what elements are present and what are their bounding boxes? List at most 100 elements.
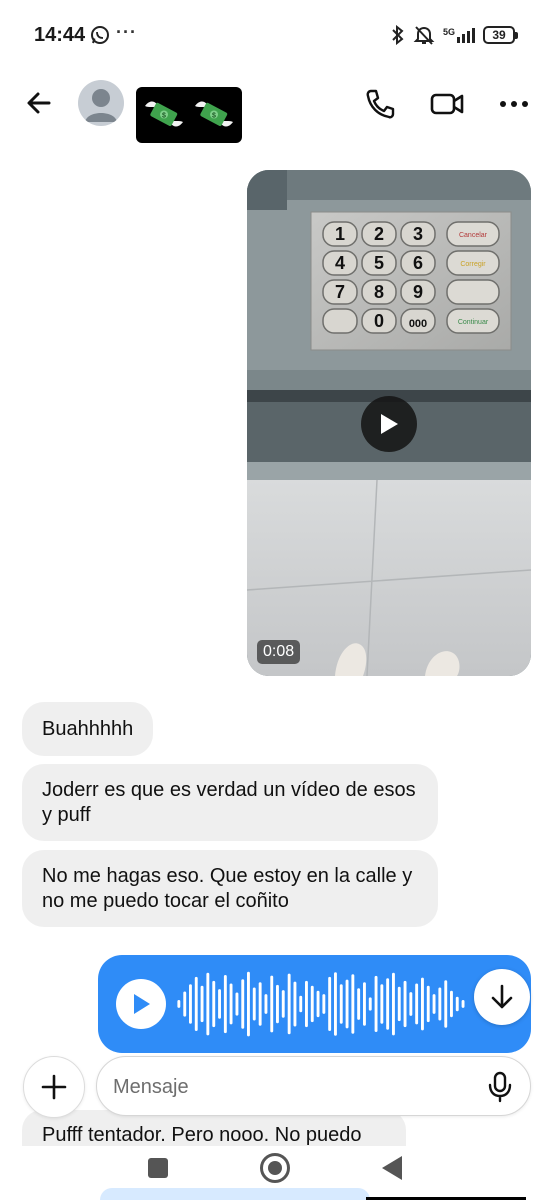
svg-text:$: $ xyxy=(162,113,166,120)
message-input[interactable] xyxy=(113,1073,473,1101)
atm-function-key-label: Cancelar xyxy=(459,232,488,239)
microphone-icon[interactable] xyxy=(486,1071,514,1103)
waveform-bar xyxy=(386,978,390,1030)
video-duration: 0:08 xyxy=(257,640,301,664)
waveform-bar xyxy=(235,992,239,1016)
voice-play-button[interactable] xyxy=(116,979,166,1029)
waveform-bar xyxy=(392,972,395,1036)
waveform-bar xyxy=(421,977,424,1031)
svg-text:$: $ xyxy=(212,113,216,120)
phone-icon[interactable] xyxy=(362,86,398,122)
default-avatar-icon xyxy=(85,89,117,122)
waveform-bar xyxy=(339,984,343,1024)
waveform-bar xyxy=(328,976,332,1031)
waveform-bar xyxy=(258,982,262,1026)
message-bubble[interactable]: Buahhhhh xyxy=(22,702,154,756)
waveform-bar xyxy=(305,980,308,1028)
waveform-bar xyxy=(270,975,274,1033)
atm-key-label: 1 xyxy=(335,224,345,244)
video-message[interactable]: 1 2 3 4 5 6 7 8 9 0 000 Cancelar Corregir Continuar 0… xyxy=(247,170,531,676)
waveform-bar xyxy=(200,985,204,1023)
waveform-bar xyxy=(247,971,250,1037)
atm-key-label: 5 xyxy=(374,253,384,273)
waveform-bar xyxy=(206,972,210,1036)
more-icon[interactable] xyxy=(496,86,532,122)
waveform-bar xyxy=(363,982,366,1026)
atm-key-label: 4 xyxy=(335,253,345,273)
waveform-bar xyxy=(403,980,407,1028)
play-icon xyxy=(381,414,398,434)
signal-icon: 5G xyxy=(443,27,475,43)
waveform-bar xyxy=(444,980,448,1028)
chat-header: $ $ xyxy=(0,72,554,152)
download-button[interactable] xyxy=(474,969,530,1025)
atm-key-label: 9 xyxy=(413,282,423,302)
arrow-down-icon xyxy=(491,984,513,1009)
video-play-button[interactable] xyxy=(361,396,417,452)
plus-icon xyxy=(41,1074,67,1100)
atm-keypad: 1 2 34 5 67 8 90 000CancelarCorregirContinuar xyxy=(322,221,500,334)
battery-icon: 39 xyxy=(483,26,518,44)
waveform-bar xyxy=(426,985,430,1023)
money-with-wings-emoji: $ xyxy=(145,101,183,127)
waveform-bar xyxy=(276,984,279,1024)
status-more-icon: ··· xyxy=(116,22,137,42)
message-bubble[interactable]: No me hagas eso. Que estoy en la calle y… xyxy=(22,850,438,927)
waveform-bar xyxy=(345,979,349,1029)
next-bubble-edge xyxy=(100,1188,370,1200)
waveform-bar xyxy=(409,992,413,1016)
waveform-bar xyxy=(461,1000,465,1008)
voice-waveform xyxy=(177,971,465,1037)
waveform-bar xyxy=(264,994,268,1014)
waveform-bar xyxy=(252,987,256,1021)
message-input-container[interactable] xyxy=(96,1056,531,1116)
contact-name[interactable]: $ $ xyxy=(136,87,242,143)
status-indicators: 5G 39 xyxy=(391,24,518,46)
atm-key-label: 7 xyxy=(335,282,345,302)
waveform-bar xyxy=(281,990,285,1018)
avatar[interactable] xyxy=(78,80,124,126)
message-bubble[interactable]: Joderr es que es verdad un vídeo de esos… xyxy=(22,764,438,841)
atm-function-key xyxy=(446,279,500,305)
waveform-bar xyxy=(310,985,314,1023)
atm-key-label: 2 xyxy=(374,224,384,244)
waveform-bar xyxy=(351,974,355,1034)
recent-apps-button[interactable] xyxy=(148,1158,168,1178)
waveform-bar xyxy=(322,994,326,1014)
system-back-button[interactable] xyxy=(382,1156,402,1180)
back-arrow-icon xyxy=(27,92,51,114)
atm-key-label: 000 xyxy=(409,318,427,330)
voice-message[interactable] xyxy=(98,955,531,1053)
atm-key xyxy=(322,308,358,334)
add-attachment-button[interactable] xyxy=(23,1056,85,1118)
mute-icon xyxy=(413,26,435,45)
waveform-bar xyxy=(438,987,442,1021)
waveform-bar xyxy=(241,979,245,1029)
waveform-bar xyxy=(223,975,227,1034)
home-button[interactable] xyxy=(260,1153,290,1183)
atm-function-key-label: Continuar xyxy=(458,319,489,326)
status-bar: 14:44 ··· 5G 39 xyxy=(0,0,554,72)
bluetooth-icon xyxy=(392,25,404,45)
atm-function-key-label: Corregir xyxy=(460,261,486,268)
waveform-bar xyxy=(455,996,459,1012)
video-camera-icon[interactable] xyxy=(428,86,466,122)
waveform-bar xyxy=(415,983,419,1025)
waveform-bar xyxy=(218,989,221,1019)
whatsapp-icon xyxy=(91,26,109,44)
atm-key-label: 8 xyxy=(374,282,384,302)
atm-key-label: 3 xyxy=(413,224,423,244)
waveform-bar xyxy=(229,983,233,1025)
waveform-bar xyxy=(334,972,337,1036)
waveform-bar xyxy=(189,984,192,1024)
waveform-bar xyxy=(397,986,401,1022)
waveform-bar xyxy=(380,984,384,1024)
atm-key-label: 0 xyxy=(374,311,384,331)
battery-level: 39 xyxy=(483,26,515,44)
back-button[interactable] xyxy=(22,86,56,120)
waveform-bar xyxy=(450,990,453,1018)
waveform-bar xyxy=(287,973,291,1035)
waveform-bar xyxy=(368,997,372,1011)
status-time: 14:44 xyxy=(34,24,86,46)
waveform-bar xyxy=(194,976,198,1031)
